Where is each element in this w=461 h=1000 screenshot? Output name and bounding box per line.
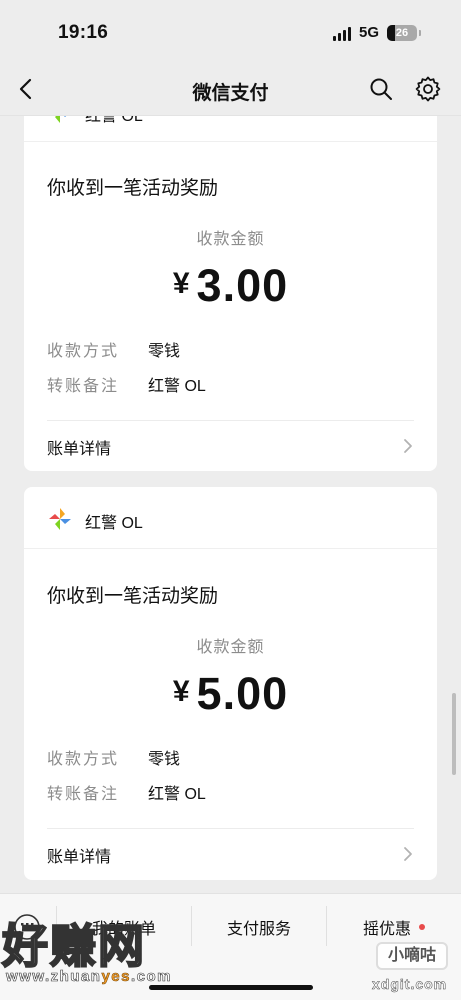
bill-detail-label: 账单详情: [47, 441, 112, 458]
transaction-card: 红警 OL 你收到一笔活动奖励 收款金额 ¥3.00 收款方式 零钱 转账备注 …: [24, 80, 437, 471]
amount-number: 3.00: [196, 260, 289, 311]
currency-symbol: ¥: [172, 267, 191, 300]
search-icon[interactable]: [368, 76, 394, 102]
nav-bar-foreground: 微信支付: [0, 64, 461, 116]
app-name: 红警 OL: [85, 515, 143, 532]
currency-symbol: ¥: [172, 675, 191, 708]
chevron-right-icon: [404, 439, 412, 453]
watermark-logo: 好赚网 www.zhuanyes.com: [1, 910, 192, 990]
watermark-url: www.zhuanyes.com: [6, 968, 172, 986]
payment-method-label: 收款方式: [47, 751, 120, 768]
watermark-badge: 小嘀咕 xdgit.com: [370, 932, 460, 998]
app-logo-icon: [49, 508, 71, 530]
bill-detail-link[interactable]: 账单详情: [24, 829, 437, 879]
battery-tip: [419, 29, 421, 36]
home-indicator: [149, 985, 313, 990]
transfer-note-label: 转账备注: [47, 786, 120, 803]
transfer-note-value: 红警 OL: [148, 378, 206, 395]
transaction-card: 红警 OL 你收到一笔活动奖励 收款金额 ¥5.00 收款方式 零钱 转账备注 …: [24, 487, 437, 880]
amount-value: ¥3.00: [24, 260, 437, 312]
transfer-note-label: 转账备注: [47, 378, 120, 395]
amount-label: 收款金额: [196, 639, 265, 656]
card-title: 你收到一笔活动奖励: [47, 586, 219, 607]
gear-icon[interactable]: [414, 75, 442, 103]
transfer-note-value: 红警 OL: [148, 786, 206, 803]
watermark-logo-text: 好赚网: [1, 919, 146, 973]
payment-services-label: 支付服务: [226, 921, 291, 938]
bill-detail-link[interactable]: 账单详情: [24, 421, 437, 471]
status-time: 19:16: [58, 22, 109, 43]
watermark-site: xdgit.com: [372, 976, 448, 993]
status-indicators: 5G 26: [332, 24, 421, 41]
battery-level: 26: [395, 26, 409, 39]
amount-number: 5.00: [196, 668, 289, 719]
network-type: 5G: [358, 24, 379, 41]
signal-icon: [332, 25, 351, 41]
battery-icon: 26: [387, 24, 417, 41]
payment-method-value: 零钱: [148, 751, 181, 768]
watermark-badge-text: 小嘀咕: [376, 942, 448, 970]
payment-services-button[interactable]: 支付服务: [192, 894, 326, 960]
scrollbar[interactable]: [452, 693, 456, 775]
amount-value: ¥5.00: [24, 668, 437, 720]
card-header: 红警 OL: [24, 487, 437, 549]
chevron-right-icon: [404, 847, 412, 861]
bill-detail-label: 账单详情: [47, 849, 112, 866]
notification-dot: [419, 924, 425, 930]
amount-label: 收款金额: [196, 231, 265, 248]
card-title: 你收到一笔活动奖励: [47, 178, 219, 199]
status-bar: 19:16 5G 26: [0, 0, 461, 64]
payment-method-value: 零钱: [148, 343, 181, 360]
payment-method-label: 收款方式: [47, 343, 120, 360]
